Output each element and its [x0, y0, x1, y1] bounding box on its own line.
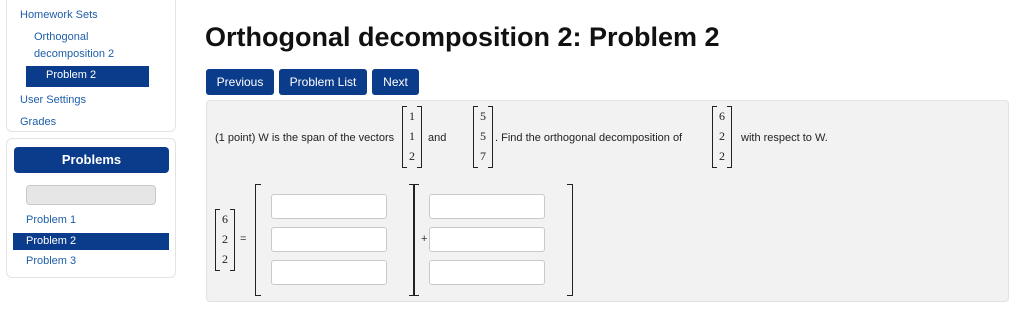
vector-a-2: 1: [409, 129, 415, 143]
answer-wperp-3-input[interactable]: [429, 260, 545, 285]
problem-list-button[interactable]: Problem List: [279, 69, 367, 95]
vector-y-3: 2: [719, 149, 725, 163]
nav-user-settings[interactable]: User Settings: [20, 93, 86, 108]
answer-w-1-input[interactable]: [271, 194, 387, 219]
vector-y-lhs: 6 2 2: [215, 209, 235, 271]
page-title: Orthogonal decomposition 2: Problem 2: [205, 22, 720, 52]
vector-b-1: 5: [480, 109, 486, 123]
problem-text-suffix: with respect to W.: [741, 132, 828, 144]
answer-w-2-input[interactable]: [271, 227, 387, 252]
answer-wperp-2-input[interactable]: [429, 227, 545, 252]
problems-filter-input[interactable]: [26, 185, 156, 205]
answer-wperp-1-input[interactable]: [429, 194, 545, 219]
next-button[interactable]: Next: [372, 69, 419, 95]
problem-link-3[interactable]: Problem 3: [26, 255, 76, 267]
problem-panel: (1 point) W is the span of the vectors 1…: [206, 100, 1009, 302]
answer-vector-w: [255, 184, 415, 296]
vector-y-1: 6: [719, 109, 725, 123]
vector-y-lhs-1: 6: [222, 212, 228, 226]
answer-w-3-input[interactable]: [271, 260, 387, 285]
nav-homework-sets[interactable]: Homework Sets: [20, 8, 98, 23]
vector-y-2: 2: [719, 129, 725, 143]
problems-header: Problems: [14, 147, 169, 173]
equals-sign: =: [240, 233, 247, 245]
vector-a-1: 1: [409, 109, 415, 123]
vector-b: 5 5 7: [473, 106, 493, 168]
vector-y: 6 2 2: [712, 106, 732, 168]
problem-text-prefix: (1 point) W is the span of the vectors: [215, 132, 395, 144]
previous-button[interactable]: Previous: [206, 69, 274, 95]
problem-text-and: and: [428, 132, 447, 144]
nav-current-problem[interactable]: Problem 2: [26, 66, 149, 87]
vector-a-3: 2: [409, 149, 415, 163]
vector-b-3: 7: [480, 149, 486, 163]
nav-set-orthogonal[interactable]: Orthogonal: [34, 30, 88, 45]
problem-link-1[interactable]: Problem 1: [26, 214, 76, 226]
problem-text-middle: . Find the orthogonal decomposition of: [495, 132, 683, 144]
problem-link-2[interactable]: Problem 2: [13, 233, 169, 250]
vector-y-lhs-2: 2: [222, 232, 228, 246]
nav-grades[interactable]: Grades: [20, 115, 56, 130]
vector-a: 1 1 2: [402, 106, 422, 168]
nav-set-decomposition[interactable]: decomposition 2: [34, 47, 114, 62]
vector-b-2: 5: [480, 129, 486, 143]
vector-y-lhs-3: 2: [222, 252, 228, 266]
answer-vector-w-perp: [413, 184, 573, 296]
